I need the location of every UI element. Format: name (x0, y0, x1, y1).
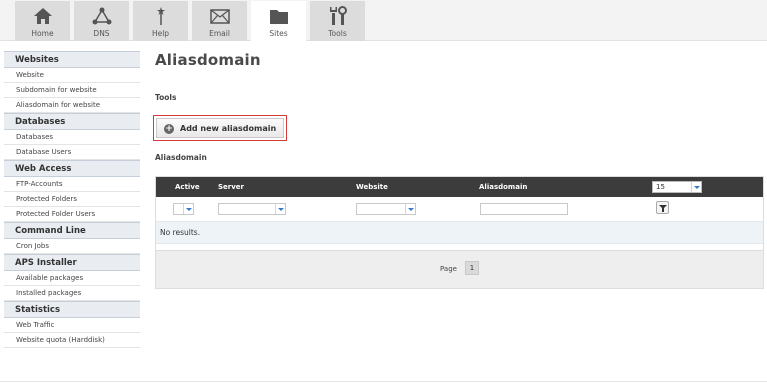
tab-label: Tools (328, 29, 347, 38)
sidebar-heading-aps-installer: APS Installer (4, 254, 140, 271)
button-face: + Add new aliasdomain (156, 118, 284, 138)
sidebar-heading-web-access: Web Access (4, 160, 140, 177)
sidebar-heading-databases: Databases (4, 113, 140, 130)
tab-label: Help (151, 29, 170, 38)
chevron-down-icon (691, 182, 701, 192)
no-results-text: No results. (160, 228, 201, 237)
sidebar-item-aliasdomain[interactable]: Aliasdomain for website (4, 98, 140, 113)
tab-email[interactable]: Email (192, 1, 247, 41)
help-wand-icon (156, 7, 165, 25)
sidebar-item-protected-folder-users[interactable]: Protected Folder Users (4, 207, 140, 222)
active-filter-select[interactable] (173, 203, 194, 215)
sidebar-item-installed-packages[interactable]: Installed packages (4, 286, 140, 301)
tab-dns[interactable]: DNS (74, 1, 129, 41)
footer-divider (0, 381, 767, 382)
page-title: Aliasdomain (155, 51, 261, 69)
plus-circle-icon: + (164, 124, 174, 134)
chevron-down-icon (275, 204, 285, 214)
page-label: Page (440, 265, 457, 273)
tab-home[interactable]: Home (15, 1, 70, 41)
sidebar-item-cron-jobs[interactable]: Cron Jobs (4, 239, 140, 254)
pagination: Page 1 (156, 250, 763, 288)
list-section-label: Aliasdomain (155, 153, 207, 162)
sidebar-item-databases[interactable]: Databases (4, 130, 140, 145)
add-new-aliasdomain-button[interactable]: + Add new aliasdomain (153, 115, 287, 141)
filter-icon[interactable] (656, 201, 669, 214)
page-size-value: 15 (656, 183, 665, 191)
top-navigation: Home DNS Help Email Sites Tools (0, 0, 767, 42)
add-button-label: Add new aliasdomain (180, 124, 277, 133)
aliasdomain-table: Active Server Website Aliasdomain 15 No (155, 176, 764, 289)
sidebar-heading-statistics: Statistics (4, 301, 140, 318)
column-header-website[interactable]: Website (356, 183, 388, 191)
website-filter-select[interactable] (356, 203, 416, 215)
sidebar: Websites Website Subdomain for website A… (4, 51, 140, 348)
sidebar-heading-command-line: Command Line (4, 222, 140, 239)
tools-section-label: Tools (155, 93, 177, 102)
filter-row (156, 197, 763, 222)
home-icon (33, 8, 52, 24)
tab-sites[interactable]: Sites (251, 1, 306, 42)
column-header-aliasdomain[interactable]: Aliasdomain (479, 183, 527, 191)
tab-label: Home (31, 29, 54, 38)
sidebar-item-website[interactable]: Website (4, 68, 140, 83)
chevron-down-icon (405, 204, 415, 214)
tab-tools[interactable]: Tools (310, 1, 365, 41)
chevron-down-icon (183, 204, 193, 214)
sidebar-item-web-traffic[interactable]: Web Traffic (4, 318, 140, 333)
page-size-select[interactable]: 15 (652, 181, 702, 193)
sidebar-item-website-quota[interactable]: Website quota (Harddisk) (4, 333, 140, 348)
sidebar-item-database-users[interactable]: Database Users (4, 145, 140, 160)
sidebar-item-ftp-accounts[interactable]: FTP-Accounts (4, 177, 140, 192)
tab-help[interactable]: Help (133, 1, 188, 41)
column-header-active[interactable]: Active (175, 183, 200, 191)
tab-label: Email (209, 29, 230, 38)
table-header: Active Server Website Aliasdomain 15 (156, 177, 763, 197)
page-number-button[interactable]: 1 (465, 261, 479, 275)
column-header-server[interactable]: Server (218, 183, 244, 191)
tools-icon (329, 6, 347, 25)
sidebar-item-available-packages[interactable]: Available packages (4, 271, 140, 286)
folder-icon (269, 10, 288, 24)
tab-label: Sites (269, 29, 288, 38)
dns-network-icon (92, 7, 111, 25)
server-filter-select[interactable] (218, 203, 286, 215)
envelope-icon (209, 9, 230, 24)
sidebar-item-subdomain[interactable]: Subdomain for website (4, 83, 140, 98)
tab-label: DNS (93, 29, 110, 38)
sidebar-item-protected-folders[interactable]: Protected Folders (4, 192, 140, 207)
empty-results-row: No results. (156, 222, 763, 244)
sidebar-heading-websites: Websites (4, 51, 140, 68)
aliasdomain-filter-input[interactable] (480, 203, 568, 215)
